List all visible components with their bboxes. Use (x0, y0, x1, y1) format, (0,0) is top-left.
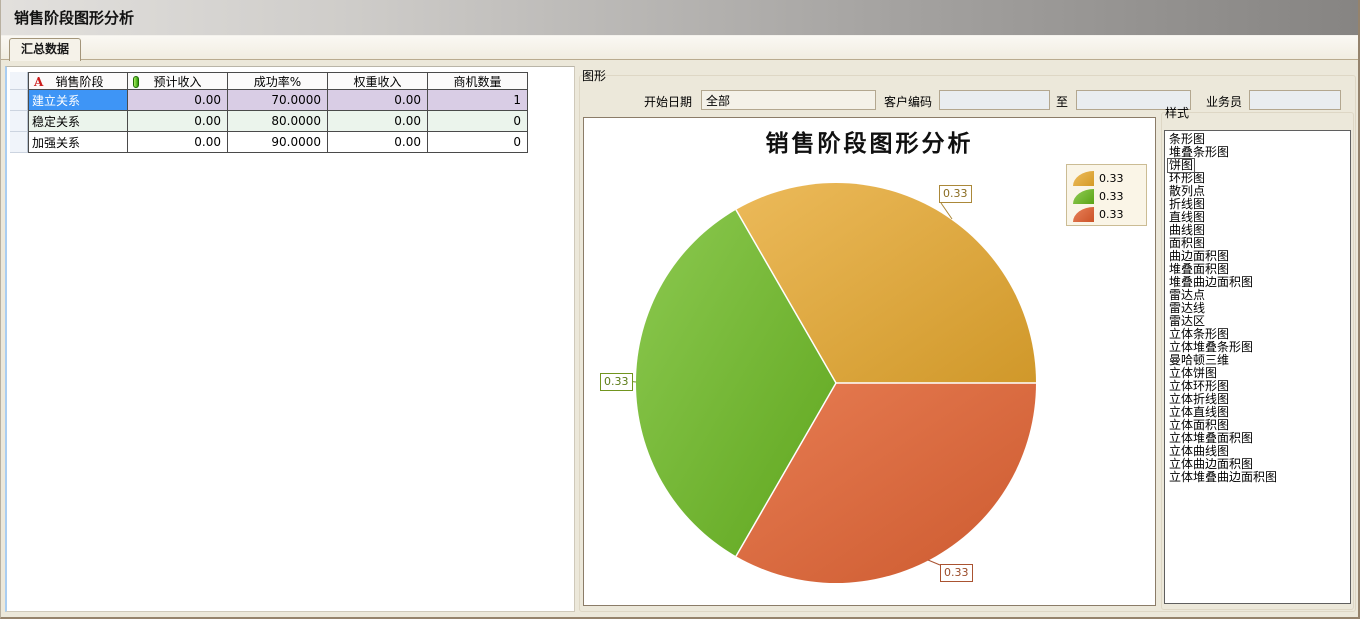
column-header-label: 预计收入 (153, 73, 201, 90)
cell-weighted[interactable]: 0.00 (328, 132, 428, 153)
numeric-column-icon (133, 76, 139, 88)
pie-chart-canvas: 销售阶段图形分析 0.33 0.33 0.33 0.33 (583, 117, 1156, 606)
legend-value: 0.33 (1099, 172, 1124, 185)
customer-code-input (939, 90, 1050, 110)
legend-entry: 0.33 (1073, 205, 1146, 223)
start-date-input[interactable] (701, 90, 876, 110)
column-header-opportunity-count[interactable]: 商机数量 (428, 72, 528, 90)
column-header-label: 成功率% (254, 73, 301, 90)
chart-title: 销售阶段图形分析 (584, 124, 1155, 158)
table-header-row: A 销售阶段 预计收入 成功率% 权重收入 商机数量 (10, 72, 528, 90)
cell-stage[interactable]: 稳定关系 (28, 111, 128, 132)
style-option[interactable]: 立体堆叠曲边面积图 (1168, 471, 1278, 484)
cell-expected[interactable]: 0.00 (128, 90, 228, 111)
cell-success-rate[interactable]: 90.0000 (228, 132, 328, 153)
column-header-success-rate[interactable]: 成功率% (228, 72, 328, 90)
tab-summary-data[interactable]: 汇总数据 (9, 38, 81, 61)
column-header-label: 商机数量 (453, 73, 501, 90)
row-header-corner[interactable] (10, 72, 28, 90)
tab-strip: 汇总数据 (1, 36, 1360, 60)
column-header-label: 权重收入 (353, 73, 401, 90)
table-row[interactable]: 加强关系 0.00 90.0000 0.00 0 (10, 132, 528, 153)
legend-entry: 0.33 (1073, 187, 1146, 205)
legend-swatch-orange-icon (1073, 171, 1094, 186)
cell-stage[interactable]: 加强关系 (28, 132, 128, 153)
legend-swatch-green-icon (1073, 189, 1094, 204)
text-column-icon: A (34, 76, 43, 88)
table-row[interactable]: 稳定关系 0.00 80.0000 0.00 0 (10, 111, 528, 132)
to-label: 至 (1056, 93, 1068, 110)
row-selector[interactable] (10, 90, 28, 111)
cell-count[interactable]: 0 (428, 132, 528, 153)
slice-value-callout: 0.33 (940, 564, 973, 582)
cell-count[interactable]: 1 (428, 90, 528, 111)
legend-swatch-red-icon (1073, 207, 1094, 222)
slice-value-callout: 0.33 (939, 185, 972, 203)
column-header-expected[interactable]: 预计收入 (128, 72, 228, 90)
cell-expected[interactable]: 0.00 (128, 111, 228, 132)
cell-success-rate[interactable]: 80.0000 (228, 111, 328, 132)
column-header-weighted[interactable]: 权重收入 (328, 72, 428, 90)
chart-style-listbox[interactable]: 条形图堆叠条形图饼图环形图散列点折线图直线图曲线图面积图曲边面积图堆叠面积图堆叠… (1164, 130, 1351, 604)
salesperson-label: 业务员 (1206, 93, 1242, 110)
legend-value: 0.33 (1099, 190, 1124, 203)
start-date-label: 开始日期 (644, 93, 692, 110)
cell-weighted[interactable]: 0.00 (328, 111, 428, 132)
table-row[interactable]: 建立关系 0.00 70.0000 0.00 1 (10, 90, 528, 111)
sales-stage-table: A 销售阶段 预计收入 成功率% 权重收入 商机数量 (10, 72, 528, 153)
legend-entry: 0.33 (1073, 169, 1146, 187)
content-area: A 销售阶段 预计收入 成功率% 权重收入 商机数量 (1, 60, 1360, 619)
cell-expected[interactable]: 0.00 (128, 132, 228, 153)
summary-grid-panel: A 销售阶段 预计收入 成功率% 权重收入 商机数量 (5, 66, 575, 612)
app-window: 销售阶段图形分析 汇总数据 A 销售阶段 预计收入 成功 (0, 0, 1360, 619)
style-groupbox-label: 样式 (1163, 104, 1191, 121)
title-bar: 销售阶段图形分析 (1, 0, 1360, 36)
cell-success-rate[interactable]: 70.0000 (228, 90, 328, 111)
page-title: 销售阶段图形分析 (1, 0, 1360, 36)
customer-code-label: 客户编码 (884, 93, 932, 110)
row-selector[interactable] (10, 132, 28, 153)
graph-panel: 图形 开始日期 客户编码 至 业务员 销售阶段图形分析 0.33 (579, 66, 1358, 612)
chart-legend: 0.33 0.33 0.33 (1066, 164, 1147, 226)
cell-stage-selected[interactable]: 建立关系 (28, 90, 128, 111)
slice-value-callout: 0.33 (600, 373, 633, 391)
legend-value: 0.33 (1099, 208, 1124, 221)
cell-count[interactable]: 0 (428, 111, 528, 132)
cell-weighted[interactable]: 0.00 (328, 90, 428, 111)
column-header-stage[interactable]: A 销售阶段 (28, 72, 128, 90)
column-header-label: 销售阶段 (55, 73, 103, 90)
salesperson-input (1249, 90, 1341, 110)
graph-groupbox-label: 图形 (580, 67, 608, 84)
row-selector[interactable] (10, 111, 28, 132)
